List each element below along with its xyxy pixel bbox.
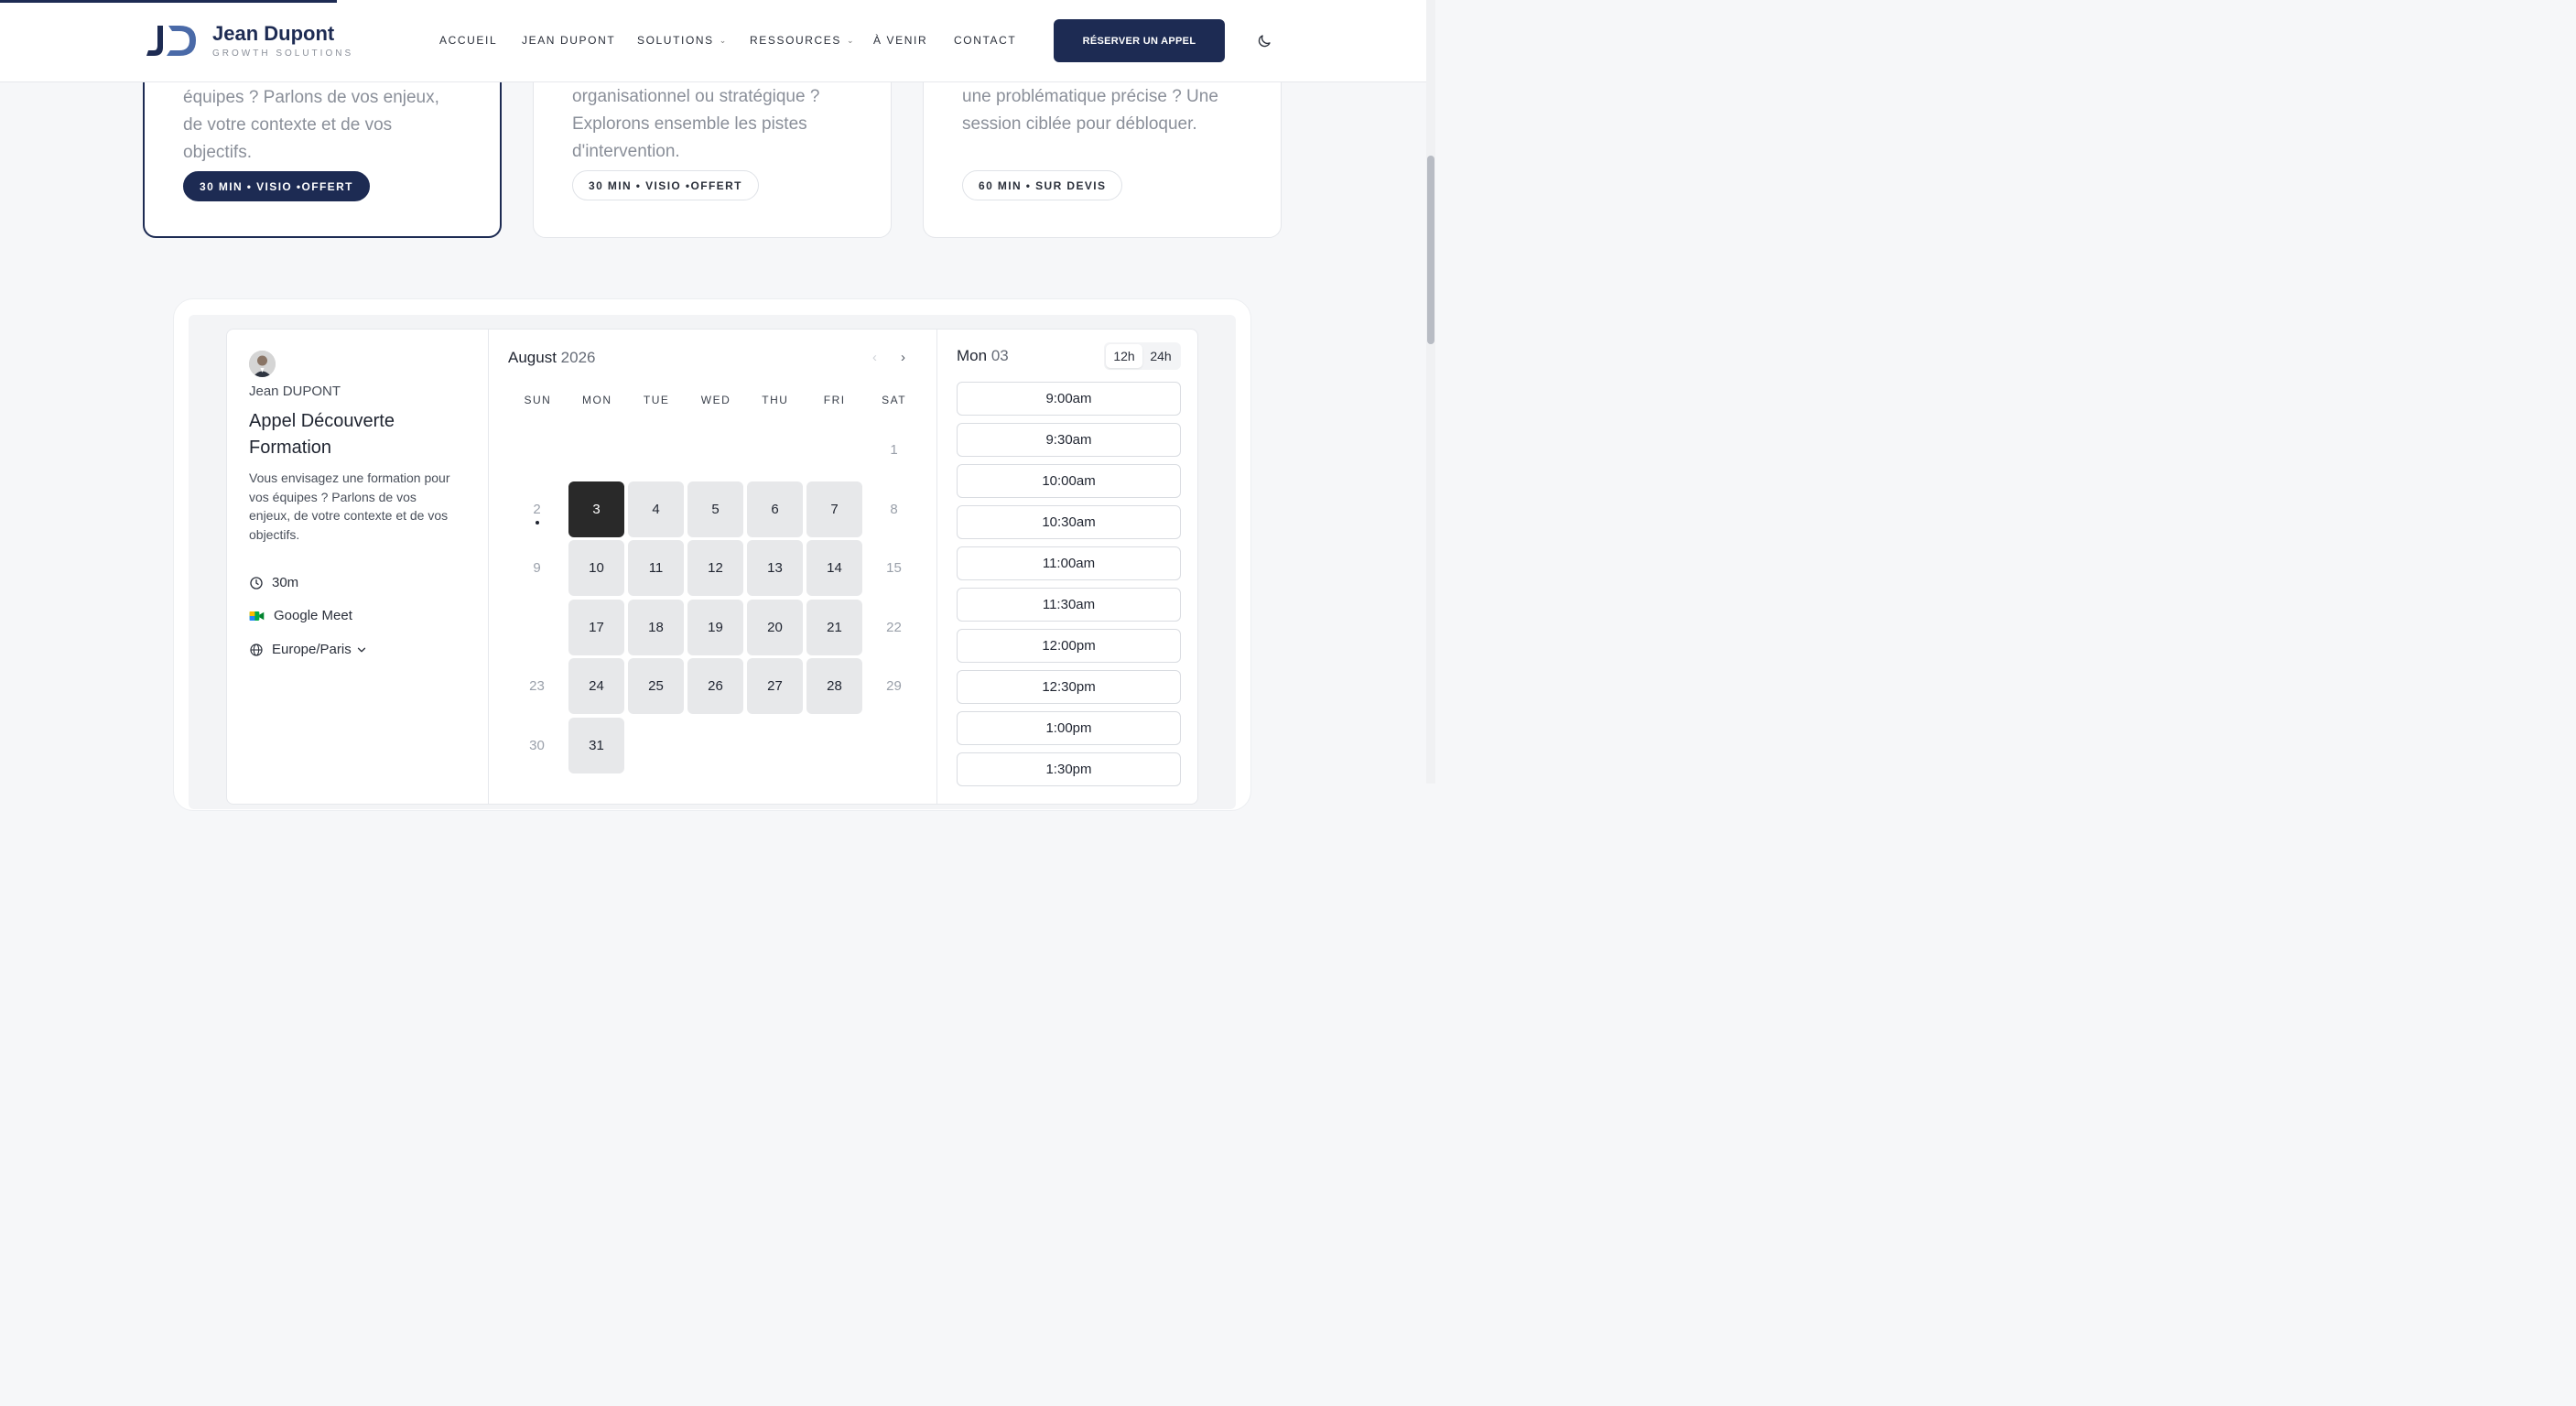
calendar-day[interactable]: 10 xyxy=(568,540,624,597)
offer-card-pill: 60 MIN • SUR DEVIS xyxy=(962,170,1123,200)
offer-card-pill: 30 MIN • VISIO •OFFERT xyxy=(572,170,759,200)
calendar-day: 30 xyxy=(529,738,545,753)
page-progress-bar xyxy=(0,0,337,3)
google-meet-icon xyxy=(249,611,265,621)
calendar-day[interactable]: 7 xyxy=(806,481,862,537)
weekday-label: THU xyxy=(762,394,789,406)
calendar-day[interactable]: 11 xyxy=(628,540,684,597)
calendar-day[interactable]: 4 xyxy=(628,481,684,537)
nav-accueil[interactable]: ACCUEIL xyxy=(439,34,522,47)
time-slot-button[interactable]: 10:00am xyxy=(957,464,1181,498)
offer-card-pill: 30 MIN • VISIO •OFFERT xyxy=(183,171,370,201)
book-call-button[interactable]: RÉSERVER UN APPEL xyxy=(1054,19,1225,62)
jd-logo-icon xyxy=(145,22,198,59)
nav-solutions[interactable]: SOLUTIONS ⌄ xyxy=(637,34,750,47)
event-duration: 30m xyxy=(249,575,298,590)
weekday-label: SUN xyxy=(524,394,552,406)
moon-icon xyxy=(1258,35,1271,48)
brand-tagline: GROWTH SOLUTIONS xyxy=(212,48,354,59)
main-nav: ACCUEIL JEAN DUPONT SOLUTIONS ⌄ RESSOURCE… xyxy=(439,34,1027,47)
time-format-toggle: 12h 24h xyxy=(1104,342,1181,370)
event-title: Appel Découverte Formation xyxy=(249,411,395,458)
scrollbar-thumb[interactable] xyxy=(1427,156,1434,344)
calendar-day[interactable]: 19 xyxy=(687,599,743,655)
time-slot-button[interactable]: 1:30pm xyxy=(957,752,1181,786)
prev-month-button[interactable]: ‹ xyxy=(872,350,877,365)
next-month-button[interactable]: › xyxy=(901,350,905,365)
globe-icon xyxy=(250,643,263,656)
calendar-day[interactable]: 27 xyxy=(747,658,803,715)
calendar-day[interactable]: 6 xyxy=(747,481,803,537)
calendar-day[interactable]: 14 xyxy=(806,540,862,597)
booking-widget: Jean DUPONT Appel Découverte Formation V… xyxy=(226,329,1198,805)
time-slots-panel: Mon 03 12h 24h 9:00am 9:30am 10:00am 10:30a… xyxy=(937,330,1199,804)
event-description: Vous envisagez une formation pour vos éq… xyxy=(249,470,450,542)
time-slot-button[interactable]: 12:30pm xyxy=(957,670,1181,704)
weekday-header: SUN MON TUE WED THU FRI SAT xyxy=(508,394,924,406)
nav-a-venir[interactable]: À VENIR xyxy=(873,34,954,47)
weekday-label: FRI xyxy=(823,394,846,406)
offer-card-text: une problématique précise ? Une session … xyxy=(962,87,1218,134)
calendar-day: 9 xyxy=(533,560,541,577)
calendar-day: 29 xyxy=(886,678,902,695)
clock-icon xyxy=(250,576,263,589)
calendar-day[interactable]: 18 xyxy=(628,599,684,655)
today-indicator xyxy=(535,520,539,525)
time-slot-button[interactable]: 1:00pm xyxy=(957,711,1181,745)
calendar-day: 8 xyxy=(890,501,898,517)
dark-mode-toggle[interactable] xyxy=(1256,33,1272,49)
calendar-panel: August 2026 ‹ › SUN MON TUE WED THU FRI … xyxy=(489,330,937,804)
nav-jean-dupont[interactable]: JEAN DUPONT xyxy=(522,34,637,47)
calendar-day[interactable]: 25 xyxy=(628,658,684,715)
brand-logo[interactable]: Jean Dupont GROWTH SOLUTIONS xyxy=(145,22,353,59)
calendar-day: 15 xyxy=(886,560,902,577)
brand-name: Jean Dupont xyxy=(212,21,335,45)
time-slot-button[interactable]: 9:00am xyxy=(957,382,1181,416)
time-slot-button[interactable]: 11:00am xyxy=(957,546,1181,580)
offer-card-text: organisationnel ou stratégique ? Exploro… xyxy=(572,87,820,161)
nav-ressources[interactable]: RESSOURCES ⌄ xyxy=(750,34,873,47)
calendar-day[interactable]: 21 xyxy=(806,599,862,655)
calendar-day: 1 xyxy=(890,442,898,458)
format-24h-button[interactable]: 24h xyxy=(1142,344,1179,368)
calendar-day[interactable]: 5 xyxy=(687,481,743,537)
selected-date: Mon 03 xyxy=(957,347,1009,364)
calendar-day[interactable]: 24 xyxy=(568,658,624,715)
weekday-label: WED xyxy=(700,394,731,406)
nav-contact[interactable]: CONTACT xyxy=(954,34,1027,47)
time-slot-button[interactable]: 11:30am xyxy=(957,588,1181,622)
calendar-day[interactable]: 31 xyxy=(568,718,624,773)
calendar-day[interactable]: 12 xyxy=(687,540,743,597)
host-avatar xyxy=(249,351,276,377)
calendar-day[interactable]: 17 xyxy=(568,599,624,655)
calendar-day[interactable]: 13 xyxy=(747,540,803,597)
host-name: Jean DUPONT xyxy=(249,384,341,399)
weekday-label: SAT xyxy=(882,394,907,406)
calendar-day[interactable]: 28 xyxy=(806,658,862,715)
format-12h-button[interactable]: 12h xyxy=(1106,344,1142,368)
calendar-month: August 2026 xyxy=(508,349,596,366)
time-slot-button[interactable]: 12:00pm xyxy=(957,629,1181,663)
timezone-select[interactable]: Europe/Paris xyxy=(249,642,368,657)
chevron-down-icon: ⌄ xyxy=(847,35,856,45)
calendar-day: 22 xyxy=(886,619,902,635)
calendar-day[interactable]: 3 xyxy=(568,481,624,537)
page-scrollbar[interactable] xyxy=(1426,0,1435,784)
event-info-panel: Jean DUPONT Appel Découverte Formation V… xyxy=(227,330,489,804)
chevron-down-icon: ⌄ xyxy=(719,35,728,45)
time-slot-button[interactable]: 10:30am xyxy=(957,505,1181,539)
offer-card-text: équipes ? Parlons de vos enjeux, de votr… xyxy=(183,88,439,162)
weekday-label: TUE xyxy=(643,394,670,406)
chevron-down-icon xyxy=(357,647,365,652)
weekday-label: MON xyxy=(582,394,612,406)
event-location: Google Meet xyxy=(249,608,352,623)
calendar-day[interactable]: 20 xyxy=(747,599,803,655)
calendar-day: 23 xyxy=(529,678,545,695)
calendar-day[interactable]: 26 xyxy=(687,658,743,715)
time-slot-button[interactable]: 9:30am xyxy=(957,423,1181,457)
site-header: Jean Dupont GROWTH SOLUTIONS ACCUEIL JEA… xyxy=(0,0,1435,82)
calendar-day: 2 xyxy=(509,481,565,537)
